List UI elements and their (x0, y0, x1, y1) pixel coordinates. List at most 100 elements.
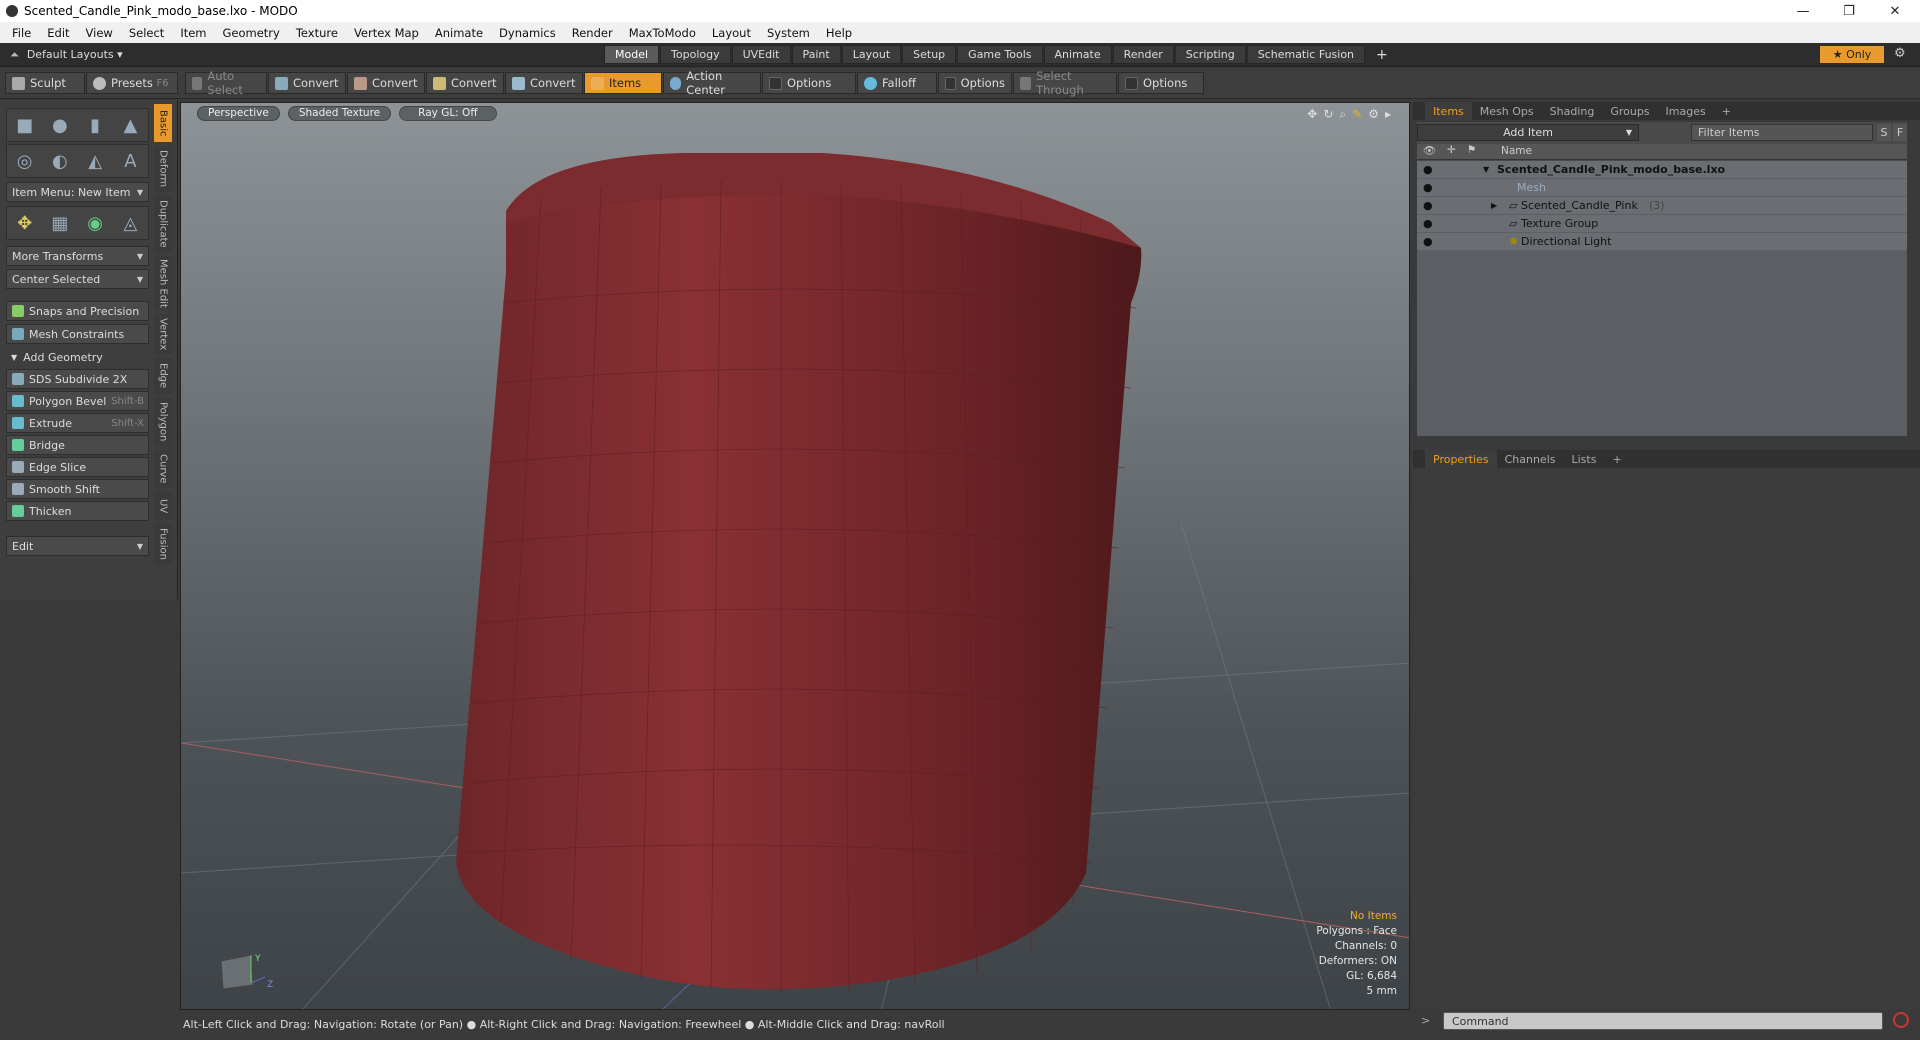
cone-icon[interactable]: ▲ (117, 112, 143, 138)
menu-dynamics[interactable]: Dynamics (491, 26, 564, 40)
vtab-basic[interactable]: Basic (154, 104, 172, 142)
presets-button[interactable]: Presets F6 (86, 72, 178, 94)
3d-viewport[interactable]: Y Z Perspective Shaded Texture Ray GL: O… (180, 102, 1410, 1010)
tab-layout[interactable]: Layout (841, 45, 902, 64)
tree-row-light[interactable]: ● ✸ Directional Light (1417, 233, 1907, 251)
menu-animate[interactable]: Animate (427, 26, 491, 40)
tab-groups[interactable]: Groups (1602, 102, 1657, 120)
convert-button-2[interactable]: Convert (347, 72, 425, 94)
tab-schematic-fusion[interactable]: Schematic Fusion (1246, 45, 1366, 64)
menu-render[interactable]: Render (564, 26, 621, 40)
vtab-deform[interactable]: Deform (154, 146, 172, 192)
add-item-dropdown[interactable]: Add Item ▼ (1417, 124, 1639, 141)
tab-render[interactable]: Render (1112, 45, 1174, 64)
menu-view[interactable]: View (78, 26, 121, 40)
add-tab-icon[interactable]: + (1714, 102, 1739, 120)
eye-icon[interactable]: ● (1423, 181, 1439, 194)
text-icon[interactable]: A (117, 148, 143, 174)
action-center-button[interactable]: Action Center (663, 69, 761, 97)
only-toggle[interactable]: ★ Only (1820, 46, 1884, 63)
tab-scripting[interactable]: Scripting (1174, 45, 1246, 64)
vtab-mesh-edit[interactable]: Mesh Edit (154, 256, 172, 310)
raygl-button[interactable]: Ray GL: Off (399, 105, 497, 121)
expand-arrow-icon[interactable]: ▶ (1491, 201, 1497, 210)
tab-images[interactable]: Images (1658, 102, 1714, 120)
tab-animate[interactable]: Animate (1043, 45, 1112, 64)
select-through-button[interactable]: Select Through (1013, 69, 1117, 97)
eye-icon[interactable]: ● (1423, 217, 1439, 230)
convert-button-3[interactable]: Convert (426, 72, 504, 94)
vtab-edge[interactable]: Edge (154, 358, 172, 394)
menu-system[interactable]: System (759, 26, 818, 40)
maximize-button[interactable]: ❐ (1826, 0, 1872, 22)
torus-icon[interactable]: ◎ (12, 148, 38, 174)
tree-row-mesh[interactable]: ● Mesh (1417, 179, 1907, 197)
menu-layout[interactable]: Layout (704, 26, 759, 40)
rotate-view-icon[interactable]: ↻ (1323, 107, 1333, 122)
menu-maxtomodo[interactable]: MaxToModo (621, 26, 704, 40)
grid-icon[interactable]: ▦ (47, 210, 73, 236)
more-transforms-dropdown[interactable]: More Transforms ▼ (6, 246, 149, 266)
tab-game-tools[interactable]: Game Tools (957, 45, 1043, 64)
tool-smooth-shift[interactable]: Smooth Shift (6, 479, 149, 499)
perspective-icon[interactable]: ◬ (117, 210, 143, 236)
globe-icon[interactable]: ◉ (82, 210, 108, 236)
tab-shading[interactable]: Shading (1542, 102, 1603, 120)
options-button-3[interactable]: Options (1118, 72, 1204, 94)
menu-edit[interactable]: Edit (39, 26, 77, 40)
tab-items[interactable]: Items (1425, 102, 1472, 120)
vtab-uv[interactable]: UV (154, 492, 172, 520)
cube-icon[interactable]: ■ (12, 112, 38, 138)
eye-icon[interactable]: ● (1423, 235, 1439, 248)
f-button[interactable]: F (1893, 124, 1907, 141)
convert-button-4[interactable]: Convert (505, 72, 583, 94)
zoom-icon[interactable]: ⌕ (1339, 107, 1346, 122)
vtab-curve[interactable]: Curve (154, 450, 172, 488)
tool-thicken[interactable]: Thicken (6, 501, 149, 521)
tab-model[interactable]: Model (604, 45, 660, 64)
pen-icon[interactable]: ◭ (82, 148, 108, 174)
tool-edge-slice[interactable]: Edge Slice (6, 457, 149, 477)
tab-lists[interactable]: Lists (1564, 450, 1605, 468)
menu-texture[interactable]: Texture (288, 26, 346, 40)
tab-properties[interactable]: Properties (1425, 450, 1497, 468)
tab-mesh-ops[interactable]: Mesh Ops (1472, 102, 1542, 120)
auto-select-button[interactable]: Auto Select (185, 69, 267, 97)
sculpt-button[interactable]: Sculpt (5, 72, 85, 94)
tree-empty-area[interactable] (1417, 251, 1907, 436)
eye-icon[interactable]: ● (1423, 163, 1439, 176)
close-button[interactable]: ✕ (1872, 0, 1918, 22)
convert-button-1[interactable]: Convert (268, 72, 346, 94)
menu-file[interactable]: File (4, 26, 39, 40)
minimize-button[interactable]: — (1780, 0, 1826, 22)
options-button-2[interactable]: Options (938, 72, 1012, 94)
tree-row-candle[interactable]: ● ▶ ▱ Scented_Candle_Pink (3) (1417, 197, 1907, 215)
record-icon[interactable] (1893, 1012, 1909, 1028)
center-selected-dropdown[interactable]: Center Selected ▼ (6, 269, 149, 289)
s-button[interactable]: S (1877, 124, 1891, 141)
capsule-icon[interactable]: ◐ (47, 148, 73, 174)
tab-uvedit[interactable]: UVEdit (731, 45, 791, 64)
vtab-vertex[interactable]: Vertex (154, 314, 172, 354)
command-input[interactable]: Command (1443, 1012, 1883, 1030)
edit-dropdown[interactable]: Edit ▼ (6, 536, 149, 556)
vtab-fusion[interactable]: Fusion (154, 524, 172, 564)
snaps-precision-button[interactable]: Snaps and Precision (6, 301, 149, 321)
menu-item[interactable]: Item (172, 26, 214, 40)
add-props-tab-icon[interactable]: + (1604, 450, 1629, 468)
tool-polygon-bevel[interactable]: Polygon Bevel Shift-B (6, 391, 149, 411)
tool-bridge[interactable]: Bridge (6, 435, 149, 455)
falloff-button[interactable]: Falloff (857, 72, 937, 94)
layouts-dropdown[interactable]: Default Layouts ▾ (27, 48, 123, 61)
layout-collapse-icon[interactable]: ⏶ (10, 48, 19, 62)
filter-items-input[interactable]: Filter Items (1691, 124, 1873, 141)
transform-icon[interactable]: ✥ (12, 210, 38, 236)
eye-icon[interactable]: ● (1423, 199, 1439, 212)
menu-select[interactable]: Select (121, 26, 172, 40)
tab-topology[interactable]: Topology (660, 45, 731, 64)
name-column-header[interactable]: Name (1501, 145, 1532, 157)
options-button-1[interactable]: Options (762, 72, 856, 94)
vtab-polygon[interactable]: Polygon (154, 398, 172, 446)
viewport-expand-icon[interactable]: ▸ (1385, 107, 1391, 122)
menu-help[interactable]: Help (818, 26, 860, 40)
